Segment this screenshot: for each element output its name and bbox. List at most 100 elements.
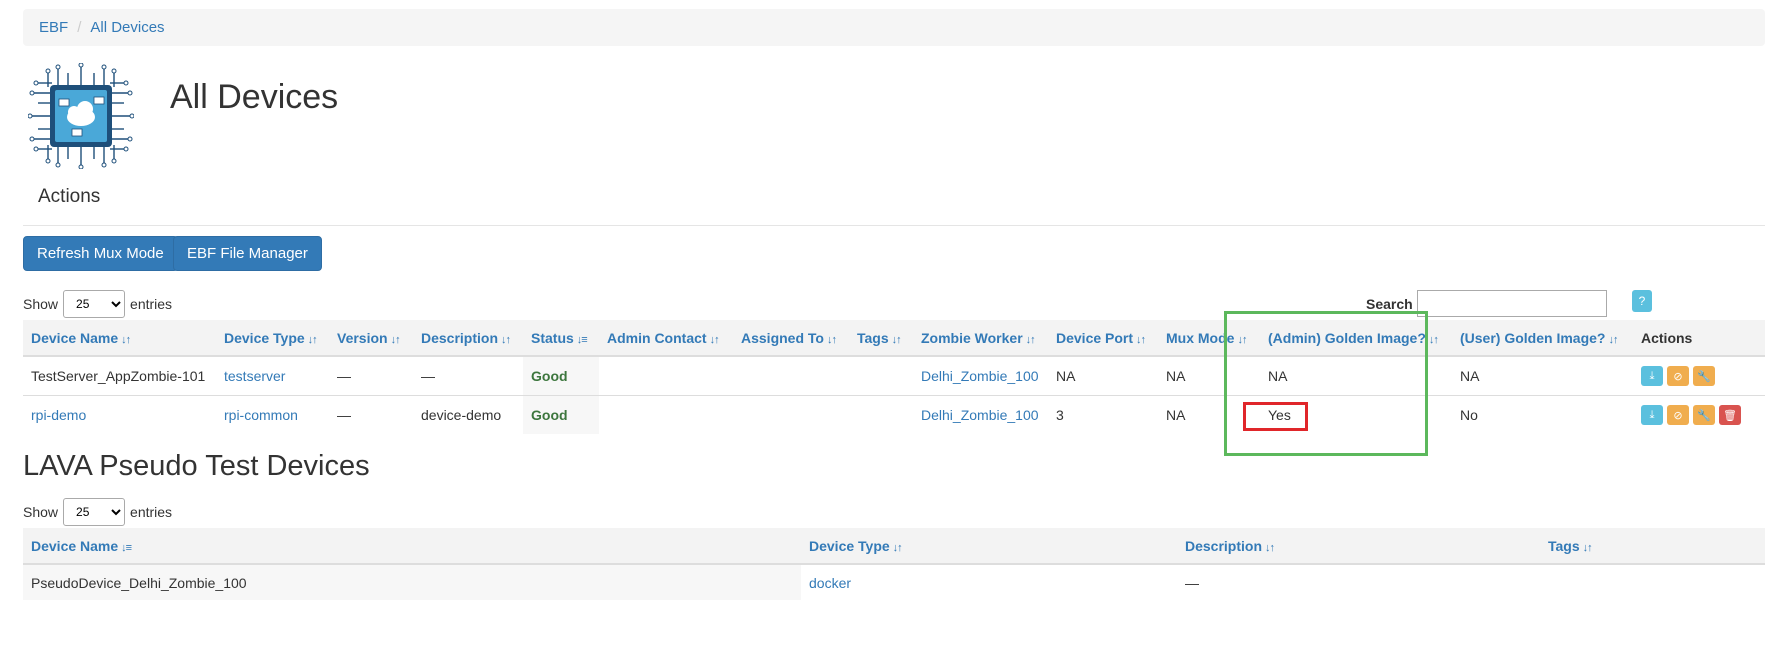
pseudo-length-control: Show 25 entries <box>23 498 172 526</box>
tags-cell <box>849 356 913 396</box>
assigned-to-cell <box>733 356 849 396</box>
actions-cell: ⤓ ⊘ 🔧 🗑 <box>1633 395 1765 434</box>
pseudo-devices-table: Device Name ↓≡ Device Type ↓↑ Description ↓… <box>23 528 1765 600</box>
sort-icon: ↓↑ <box>1237 333 1247 346</box>
sort-icon: ↓↑ <box>121 333 131 346</box>
search-label: Search <box>1366 295 1413 312</box>
column-zombie-worker[interactable]: Zombie Worker ↓↑ <box>913 320 1048 357</box>
column-assigned-to[interactable]: Assigned To ↓↑ <box>733 320 849 357</box>
version-cell: — <box>329 356 413 396</box>
page-title: All Devices <box>170 78 339 116</box>
zombie-worker-link[interactable]: Delhi_Zombie_100 <box>921 368 1039 384</box>
trash-icon[interactable]: 🗑 <box>1719 405 1741 425</box>
column-tags[interactable]: Tags ↓↑ <box>849 320 913 357</box>
breadcrumb-ebf[interactable]: EBF <box>39 19 68 36</box>
breadcrumb-separator: / <box>77 19 82 36</box>
status-cell: Good <box>523 356 599 396</box>
sort-icon: ↓↑ <box>307 333 318 346</box>
ebf-file-manager-button[interactable]: EBF File Manager <box>173 236 322 271</box>
device-name-cell: TestServer_AppZombie-101 <box>23 356 216 396</box>
admin-contact-cell <box>599 356 733 396</box>
table-row: TestServer_AppZombie-101 testserver — — … <box>23 356 1765 396</box>
breadcrumb: EBF / All Devices <box>23 9 1765 46</box>
actions-heading: Actions <box>38 186 101 207</box>
chip-logo-icon <box>28 63 134 169</box>
refresh-mux-mode-button[interactable]: Refresh Mux Mode <box>23 236 178 271</box>
device-type-link[interactable]: rpi-common <box>224 407 298 423</box>
admin-contact-cell <box>599 395 733 434</box>
sort-asc-icon: ↓≡ <box>121 541 132 554</box>
sort-icon: ↓↑ <box>891 333 902 346</box>
column-description[interactable]: Description ↓↑ <box>1177 528 1540 565</box>
pseudo-entries-select[interactable]: 25 <box>63 498 126 526</box>
mux-mode-cell: NA <box>1166 406 1186 423</box>
show-label: Show <box>23 296 59 312</box>
table-row: rpi-demo rpi-common — device-demo Good D… <box>23 395 1765 434</box>
user-golden-image-cell: No <box>1460 406 1478 423</box>
column-status[interactable]: Status ↓≡ <box>523 320 599 357</box>
device-port-cell: NA <box>1048 356 1158 396</box>
column-device-port[interactable]: Device Port ↓↑ <box>1048 320 1158 357</box>
admin-golden-image-cell: NA <box>1260 356 1452 396</box>
description-cell: — <box>1185 574 1199 591</box>
wrench-icon[interactable]: 🔧 <box>1693 405 1715 425</box>
column-tags[interactable]: Tags ↓↑ <box>1540 528 1765 565</box>
entries-label: entries <box>130 504 173 520</box>
column-version[interactable]: Version ↓↑ <box>329 320 413 357</box>
sort-icon: ↓↑ <box>1136 333 1146 346</box>
download-icon[interactable]: ⤓ <box>1641 405 1663 425</box>
description-cell: — <box>413 356 523 396</box>
sort-icon: ↓↑ <box>1582 541 1593 554</box>
column-device-name[interactable]: Device Name ↓↑ <box>23 320 216 357</box>
search-input[interactable] <box>1416 290 1607 317</box>
sort-icon: ↓↑ <box>390 333 401 346</box>
sort-icon: ↓↑ <box>892 541 903 554</box>
table-row: PseudoDevice_Delhi_Zombie_100 docker — <box>23 564 1765 600</box>
device-type-link[interactable]: docker <box>809 575 851 591</box>
sort-icon: ↓↑ <box>826 333 837 346</box>
device-type-link[interactable]: testserver <box>224 368 285 384</box>
divider <box>23 225 1765 226</box>
device-name-link[interactable]: rpi-demo <box>31 407 86 423</box>
download-icon[interactable]: ⤓ <box>1641 366 1663 386</box>
show-label: Show <box>23 504 59 520</box>
column-device-type[interactable]: Device Type ↓↑ <box>216 320 329 357</box>
description-cell: device-demo <box>421 406 502 423</box>
column-device-type[interactable]: Device Type ↓↑ <box>801 528 1177 565</box>
devices-table: Device Name ↓↑ Device Type ↓↑ Version ↓↑ De… <box>23 320 1765 434</box>
sort-asc-icon: ↓≡ <box>576 333 588 346</box>
sort-icon: ↓↑ <box>1025 333 1036 346</box>
tags-cell <box>1540 564 1765 600</box>
device-name-cell: PseudoDevice_Delhi_Zombie_100 <box>23 564 801 600</box>
mux-mode-cell: NA <box>1158 356 1260 396</box>
sort-icon: ↓↑ <box>501 333 511 346</box>
column-device-name[interactable]: Device Name ↓≡ <box>23 528 801 565</box>
pseudo-devices-heading: LAVA Pseudo Test Devices <box>23 450 370 482</box>
device-port-cell: 3 <box>1056 406 1064 423</box>
ban-icon[interactable]: ⊘ <box>1667 405 1689 425</box>
column-actions: Actions <box>1633 320 1765 357</box>
user-golden-image-cell: NA <box>1452 356 1633 396</box>
version-cell: — <box>337 406 351 423</box>
ban-icon[interactable]: ⊘ <box>1667 366 1689 386</box>
devices-search: Search <box>1366 290 1607 317</box>
devices-entries-select[interactable]: 25 <box>63 290 126 318</box>
column-mux-mode[interactable]: Mux Mode ↓↑ <box>1158 320 1260 357</box>
devices-length-control: Show 25 entries <box>23 290 172 318</box>
column-user-golden-image[interactable]: (User) Golden Image? ↓↑ <box>1452 320 1633 357</box>
sort-icon: ↓↑ <box>1608 333 1618 346</box>
column-description[interactable]: Description ↓↑ <box>413 320 523 357</box>
column-admin-golden-image[interactable]: (Admin) Golden Image? ↓↑ <box>1260 320 1452 357</box>
help-button[interactable]: ? <box>1632 290 1652 312</box>
tags-cell <box>849 395 913 434</box>
admin-golden-image-cell: Yes <box>1268 406 1291 423</box>
sort-icon: ↓↑ <box>1265 541 1275 554</box>
wrench-icon[interactable]: 🔧 <box>1693 366 1715 386</box>
entries-label: entries <box>130 296 173 312</box>
sort-icon: ↓↑ <box>709 333 720 346</box>
zombie-worker-link[interactable]: Delhi_Zombie_100 <box>921 407 1039 423</box>
sort-icon: ↓↑ <box>1428 333 1439 346</box>
actions-cell: ⤓ ⊘ 🔧 <box>1633 356 1765 396</box>
breadcrumb-all-devices[interactable]: All Devices <box>90 19 164 36</box>
column-admin-contact[interactable]: Admin Contact ↓↑ <box>599 320 733 357</box>
